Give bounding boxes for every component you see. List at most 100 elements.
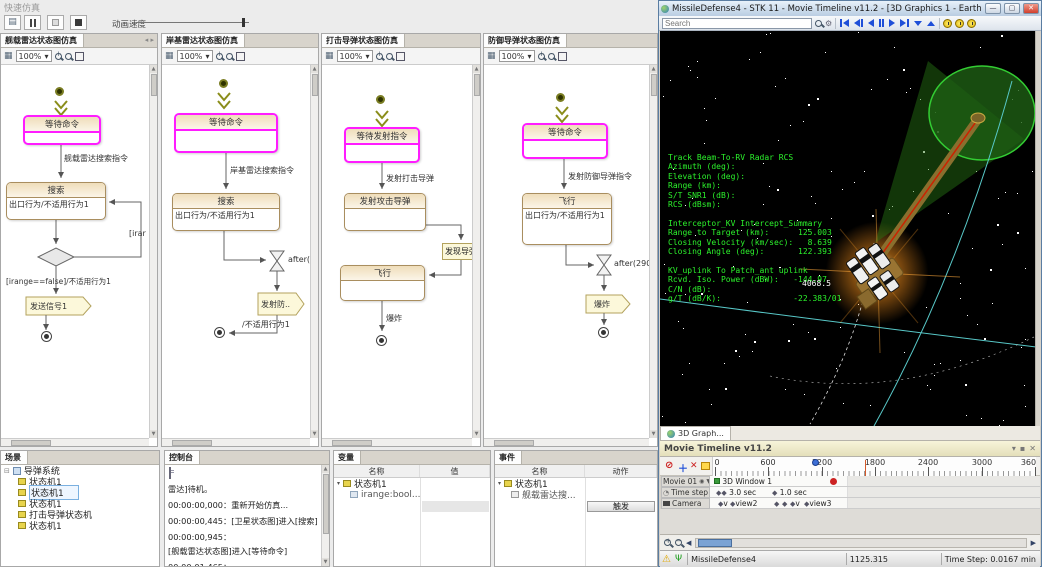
decision-diamond[interactable] [38,248,74,266]
time-options-icon[interactable] [955,19,964,28]
animation-speed-slider[interactable] [136,22,249,23]
tree-root[interactable]: ⊟ 导弹系统 [1,465,159,476]
segment-end-marker[interactable] [830,478,837,485]
timeline-zoom-out-icon[interactable]: − [675,539,682,546]
h-scrollbar[interactable] [322,438,472,446]
events-root-row[interactable]: ▾ 状态机1 [495,478,657,489]
state-flight[interactable]: 飞行 出口行为/不适用行为1 [522,193,612,245]
variables-root-row[interactable]: ▾ 状态机1 [334,478,490,489]
timeline-zoom-in-icon[interactable]: + [664,539,671,546]
fit-view-icon[interactable] [75,52,84,61]
tab-shore-radar[interactable]: 岸基雷达状态图仿真 [162,34,245,47]
minimize-button[interactable]: — [985,3,1001,14]
event-row[interactable]: 舰载雷达搜... [495,489,657,500]
zoom-out-icon[interactable]: − [548,53,555,60]
tab-scene[interactable]: 场景 [1,451,28,464]
tree-item[interactable]: 打击导弹状态机 [1,509,159,520]
camera-marker[interactable]: ◆ [774,499,779,508]
initial-node[interactable] [376,95,385,104]
timestep-marker[interactable]: ◆◆ 3.0 sec [716,488,756,497]
camera-marker[interactable]: ◆view3 [804,499,831,508]
scroll-right-arrow[interactable]: ▶ [1031,538,1036,548]
delete-segment-icon[interactable]: ✕ [690,461,698,471]
decrease-step-button[interactable] [913,21,923,26]
final-node[interactable] [376,335,387,346]
search-input[interactable] [662,18,812,29]
final-node[interactable] [598,327,609,338]
zoom-out-icon[interactable]: − [65,53,72,60]
zoom-in-icon[interactable]: + [538,53,545,60]
state-wait-command[interactable]: 等待命令 [174,113,278,153]
stk-titlebar[interactable]: MissileDefense4 - STK 11 - Movie Timelin… [659,1,1041,16]
segment-3d-window[interactable]: 3D Window 1 [714,477,772,486]
zoom-select[interactable]: 100%▾ [16,50,52,62]
v-scrollbar[interactable]: ▲▼ [649,65,657,438]
reset-time-icon[interactable] [967,19,976,28]
time-event-shape[interactable] [597,255,611,275]
h-scrollbar[interactable] [484,438,649,446]
h-scrollbar[interactable] [1,438,149,446]
copy-icon[interactable] [169,467,171,479]
v-scrollbar[interactable]: ▲▼ [149,65,157,438]
initial-node[interactable] [219,79,228,88]
timestep-marker[interactable]: ◆ 1.0 sec [772,488,807,497]
timeline-scrollbar[interactable] [695,538,1026,548]
run-button[interactable]: ▤ [4,15,21,30]
trigger-button[interactable]: 触发 [587,501,655,512]
expand-icon[interactable]: ▾ [337,480,340,487]
state-launch-missile[interactable]: 发射攻击导弹 [344,193,426,231]
tree-item-selected[interactable]: 状态机1 [1,487,159,498]
tab-nav-arrows[interactable]: ◂ ▸ [145,34,157,47]
search-options-icon[interactable]: ⚙ [825,19,832,28]
timeline-close-icon[interactable]: ✕ [1025,444,1036,453]
col-name[interactable]: 名称 [495,465,585,477]
state-search[interactable]: 搜索 出口行为/不适用行为1 [172,193,280,231]
fit-view-icon[interactable] [236,52,245,61]
timeline-pin-icon[interactable]: ▪ [1016,444,1025,453]
final-node[interactable] [214,327,225,338]
record-off-icon[interactable]: ⊘ [665,460,673,471]
camera-marker[interactable]: ◆v [718,499,728,508]
play-button[interactable] [888,19,896,27]
zoom-out-icon[interactable]: − [226,53,233,60]
add-segment-icon[interactable]: ＋ [678,460,688,475]
scrollbar-thumb[interactable] [698,539,732,547]
zoom-select[interactable]: 100%▾ [337,50,373,62]
zoom-select[interactable]: 100%▾ [177,50,213,62]
tab-events[interactable]: 事件 [495,451,522,464]
tab-variables[interactable]: 变量 [334,451,361,464]
eye-icon[interactable]: ◉ [699,478,704,485]
timeline-ruler[interactable]: 0 600 1200 1800 2400 3000 3600 [712,457,1036,476]
v-scrollbar[interactable]: ▲▼ [310,65,318,438]
fit-view-icon[interactable] [558,52,567,61]
state-flight[interactable]: 飞行 [340,265,425,301]
v-scrollbar[interactable]: ▲▼ [472,65,480,438]
state-wait-launch[interactable]: 等待发射指令 [344,127,420,163]
timeline-row-movie[interactable]: Movie 01 ◉ ▼ [661,476,710,487]
step-back-button[interactable] [853,19,864,27]
tab-console[interactable]: 控制台 [165,451,200,464]
tab-3d-graphics[interactable]: 3D Graph... [660,426,731,440]
col-value[interactable]: 值 [420,465,490,477]
col-name[interactable]: 名称 [334,465,420,477]
camera-marker[interactable]: ◆view2 [730,499,757,508]
state-search[interactable]: 搜索 出口行为/不适用行为1 [6,182,106,220]
zoom-in-icon[interactable]: + [376,53,383,60]
tab-defense-missile[interactable]: 防御导弹状态图仿真 [484,34,567,47]
playhead-pin[interactable] [812,459,819,466]
tree-item[interactable]: 状态机1 [1,476,159,487]
v-scrollbar[interactable]: ▲▼ [321,465,329,566]
pause-button[interactable] [24,15,41,30]
state-wait-command[interactable]: 等待命令 [522,123,608,159]
stop-button[interactable] [70,15,87,30]
realtime-clock-icon[interactable] [943,19,952,28]
zoom-out-icon[interactable]: − [386,53,393,60]
h-scrollbar[interactable] [162,438,310,446]
final-node[interactable] [41,331,52,342]
close-button[interactable]: ✕ [1023,3,1039,14]
col-action[interactable]: 动作 [585,465,657,477]
expand-icon[interactable]: ▾ [498,480,501,487]
step-forward-button[interactable] [899,19,910,27]
pause-button[interactable] [878,19,885,27]
variable-value-cell[interactable] [422,501,489,512]
